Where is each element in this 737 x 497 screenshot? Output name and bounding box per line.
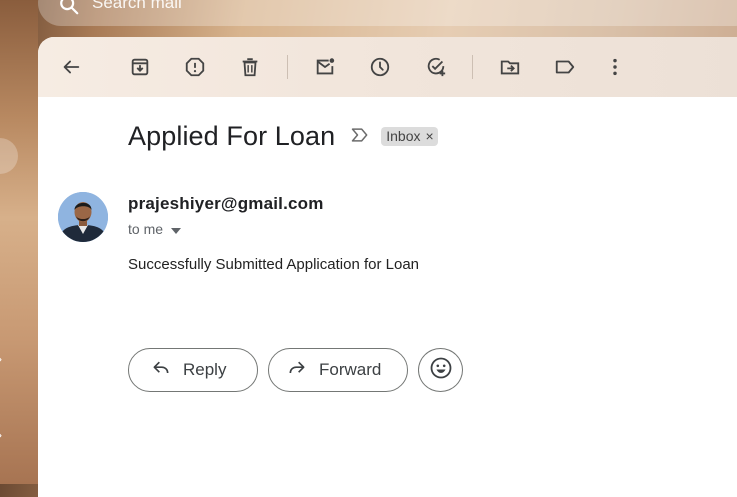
search-bar[interactable]: Search mail: [38, 0, 737, 26]
email-toolbar: [38, 37, 737, 97]
forward-icon: [287, 358, 307, 383]
email-body: Successfully Submitted Application for L…: [128, 256, 419, 273]
search-input[interactable]: Search mail: [92, 0, 182, 13]
move-to-icon[interactable]: [496, 53, 524, 81]
email-subject: Applied For Loan: [128, 121, 336, 151]
forward-button[interactable]: Forward: [268, 348, 408, 392]
delete-icon[interactable]: [236, 53, 264, 81]
reply-label: Reply: [183, 360, 227, 379]
avatar[interactable]: [58, 192, 108, 242]
side-nav-glyph: ›: [0, 428, 2, 442]
recipient-text: to me: [128, 221, 164, 237]
forward-label: Forward: [319, 360, 382, 379]
background-left-strip: [0, 0, 38, 484]
side-nav-glyph: ›: [0, 352, 2, 366]
reply-button[interactable]: Reply: [128, 348, 258, 392]
archive-icon[interactable]: [126, 53, 154, 81]
email-view-panel: Applied For Loan Inbox × prajeshiyer@gma…: [38, 37, 737, 497]
remove-label-icon[interactable]: ×: [426, 128, 434, 144]
importance-marker-icon[interactable]: [349, 125, 371, 150]
recipient-line: to me: [128, 221, 182, 237]
snooze-icon[interactable]: [366, 53, 394, 81]
add-task-icon[interactable]: [422, 53, 450, 81]
reply-icon: [151, 358, 171, 383]
subject-row: Applied For Loan Inbox ×: [128, 121, 438, 152]
smiley-icon: [429, 356, 453, 385]
mark-unread-icon[interactable]: [311, 53, 339, 81]
details-dropdown-icon[interactable]: [171, 221, 182, 237]
sender-email: prajeshiyer@gmail.com: [128, 194, 324, 213]
report-spam-icon[interactable]: [181, 53, 209, 81]
search-icon[interactable]: [58, 0, 80, 16]
more-vert-icon[interactable]: [601, 53, 629, 81]
label-chip-text: Inbox: [386, 128, 421, 144]
back-arrow-icon[interactable]: [57, 53, 85, 81]
toolbar-divider: [472, 55, 473, 79]
emoji-reaction-button[interactable]: [418, 348, 463, 392]
inbox-label-chip[interactable]: Inbox ×: [381, 127, 438, 146]
toolbar-divider: [287, 55, 288, 79]
label-icon[interactable]: [551, 53, 579, 81]
